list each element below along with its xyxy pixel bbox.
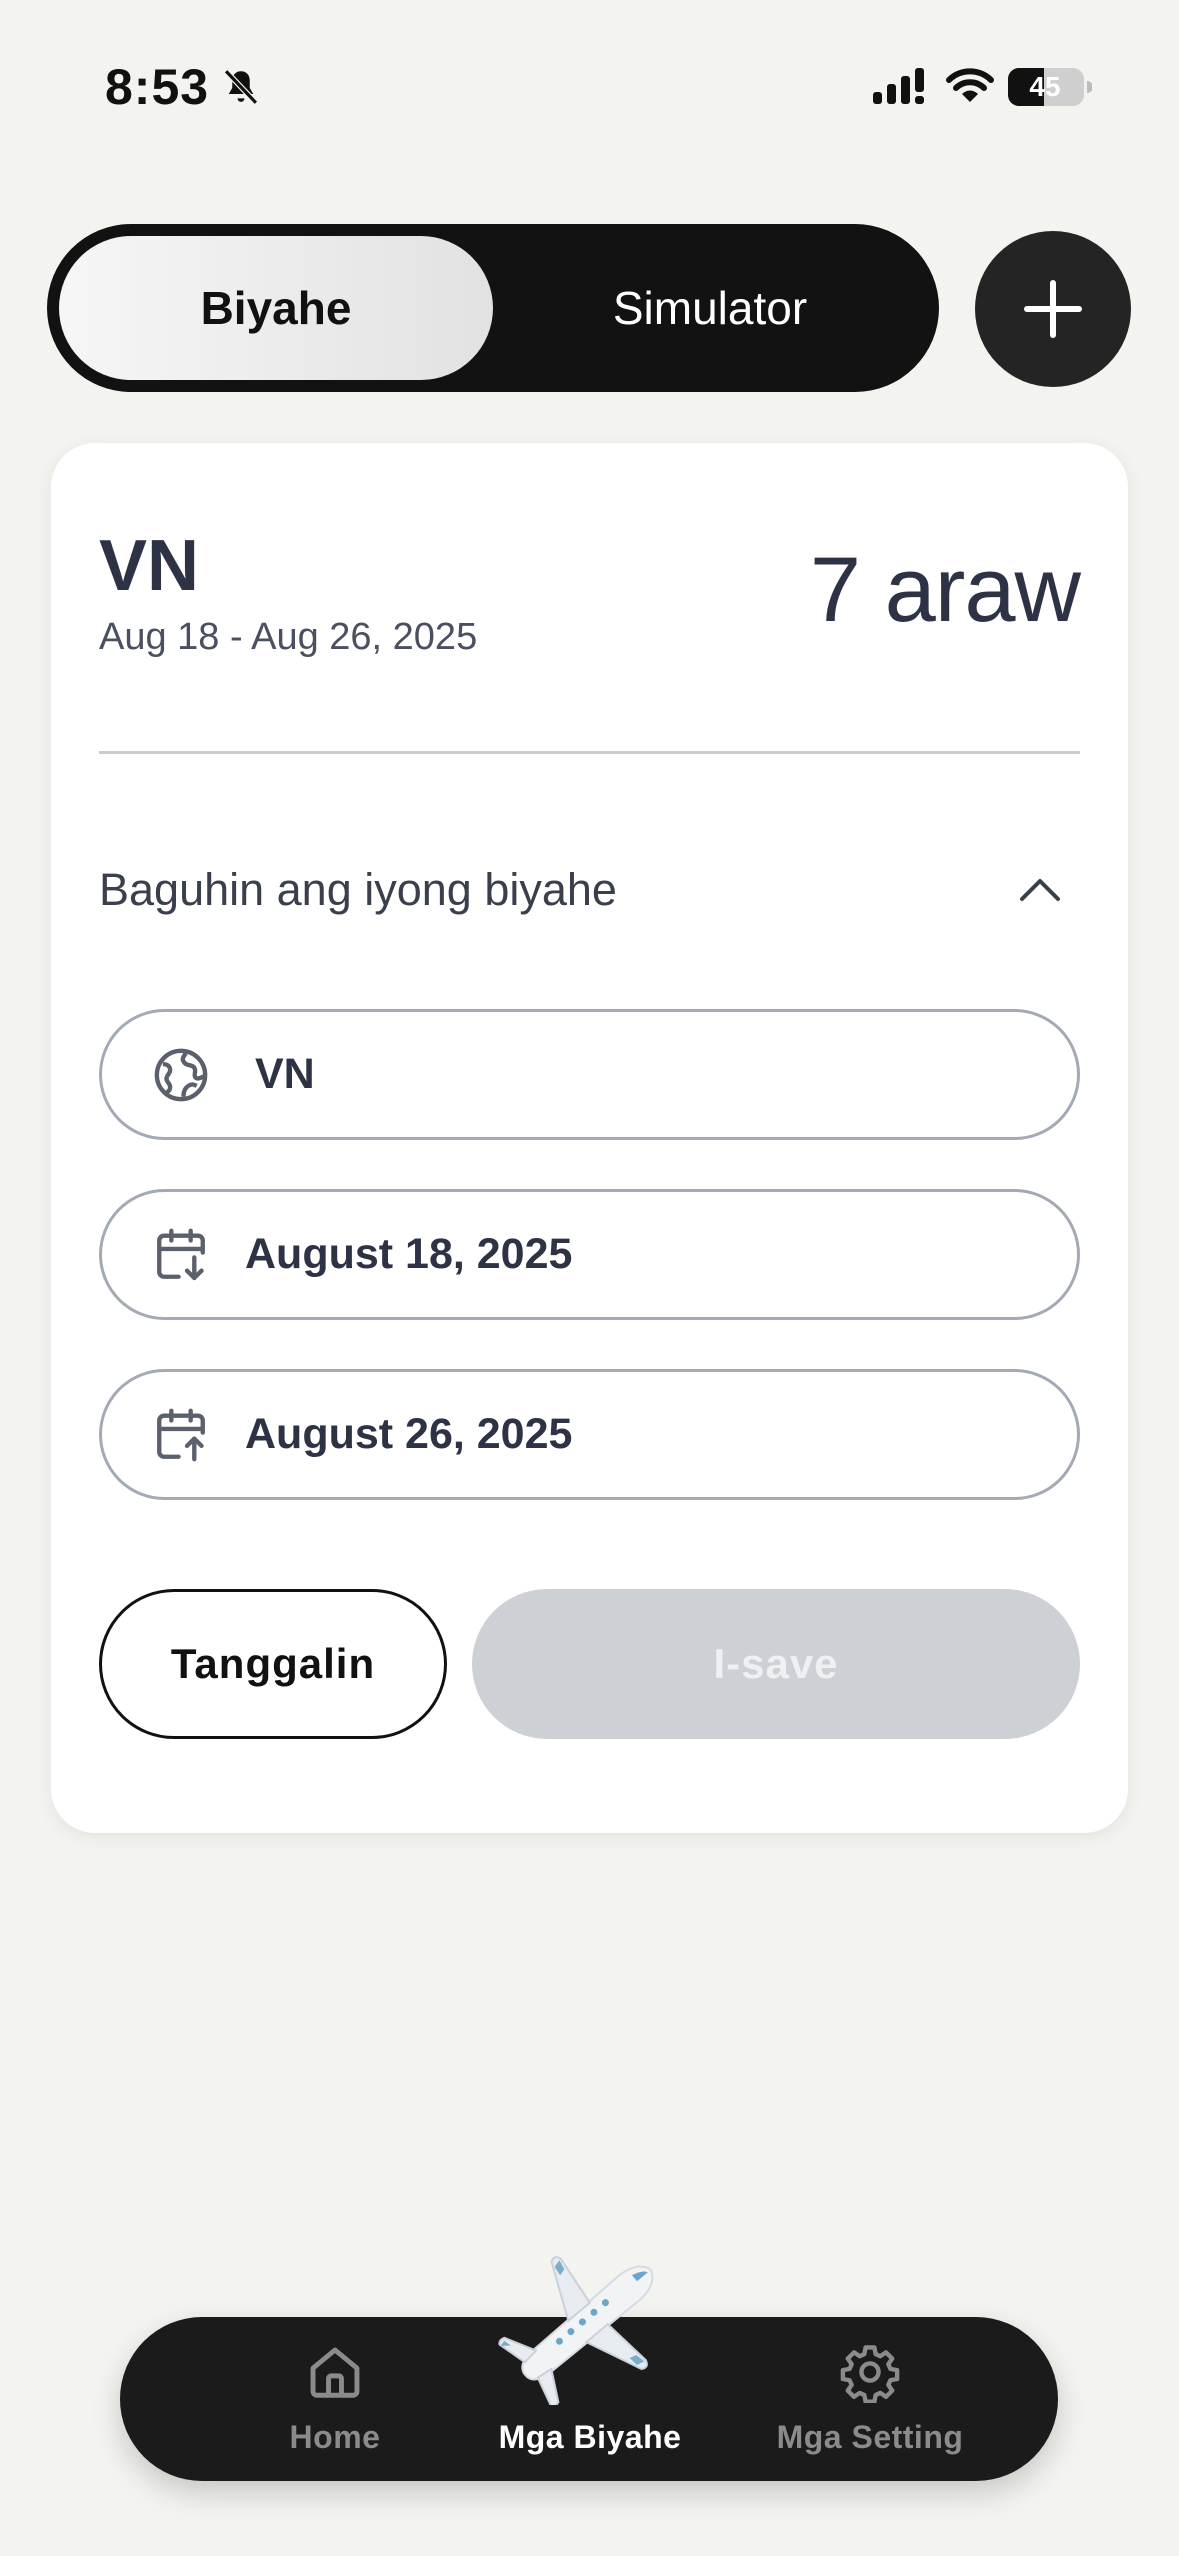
country-field[interactable]: VN <box>99 1009 1080 1140</box>
edit-trip-label[interactable]: Baguhin ang iyong biyahe <box>99 864 617 916</box>
signal-icon <box>873 68 924 104</box>
trip-date-range: Aug 18 - Aug 26, 2025 <box>99 616 478 658</box>
start-date-value: August 18, 2025 <box>245 1230 573 1278</box>
start-date-field[interactable]: August 18, 2025 <box>99 1189 1080 1320</box>
trip-country-code: VN <box>99 526 200 606</box>
plus-icon <box>1024 280 1082 338</box>
end-date-field[interactable]: August 26, 2025 <box>99 1369 1080 1500</box>
nav-item-settings[interactable]: Mga Setting <box>735 2317 1005 2481</box>
calendar-arrow-down-icon <box>157 1228 205 1281</box>
home-icon <box>310 2347 360 2398</box>
save-trip-button[interactable]: I-save <box>472 1589 1080 1739</box>
globe-icon <box>154 1048 208 1102</box>
view-segmented-control: Biyahe Simulator <box>47 224 939 392</box>
add-trip-button[interactable] <box>975 231 1131 387</box>
divider <box>99 751 1080 754</box>
wifi-icon <box>946 68 994 102</box>
trip-duration: 7 araw <box>809 539 1081 641</box>
remove-trip-button[interactable]: Tanggalin <box>99 1589 447 1739</box>
nav-label-home: Home <box>289 2419 381 2455</box>
nav-label-trips: Mga Biyahe <box>498 2419 682 2455</box>
country-value: VN <box>255 1050 315 1098</box>
tab-biyahe[interactable]: Biyahe <box>59 236 493 380</box>
airplane-icon <box>498 2256 654 2405</box>
battery-level: 45 <box>1029 71 1061 102</box>
battery-icon: 45 <box>1008 68 1092 106</box>
bell-slash-icon <box>224 69 258 105</box>
nav-label-settings: Mga Setting <box>776 2419 964 2455</box>
end-date-value: August 26, 2025 <box>245 1410 573 1458</box>
chevron-up-icon[interactable] <box>1018 873 1062 903</box>
status-bar: 8:53 45 <box>0 0 1179 175</box>
status-time: 8:53 <box>105 59 210 115</box>
tab-simulator[interactable]: Simulator <box>493 236 927 380</box>
nav-item-home[interactable]: Home <box>250 2317 420 2481</box>
trip-card: VN Aug 18 - Aug 26, 2025 7 araw Baguhin … <box>51 443 1128 1833</box>
gear-icon <box>840 2345 900 2403</box>
calendar-arrow-up-icon <box>157 1408 205 1462</box>
